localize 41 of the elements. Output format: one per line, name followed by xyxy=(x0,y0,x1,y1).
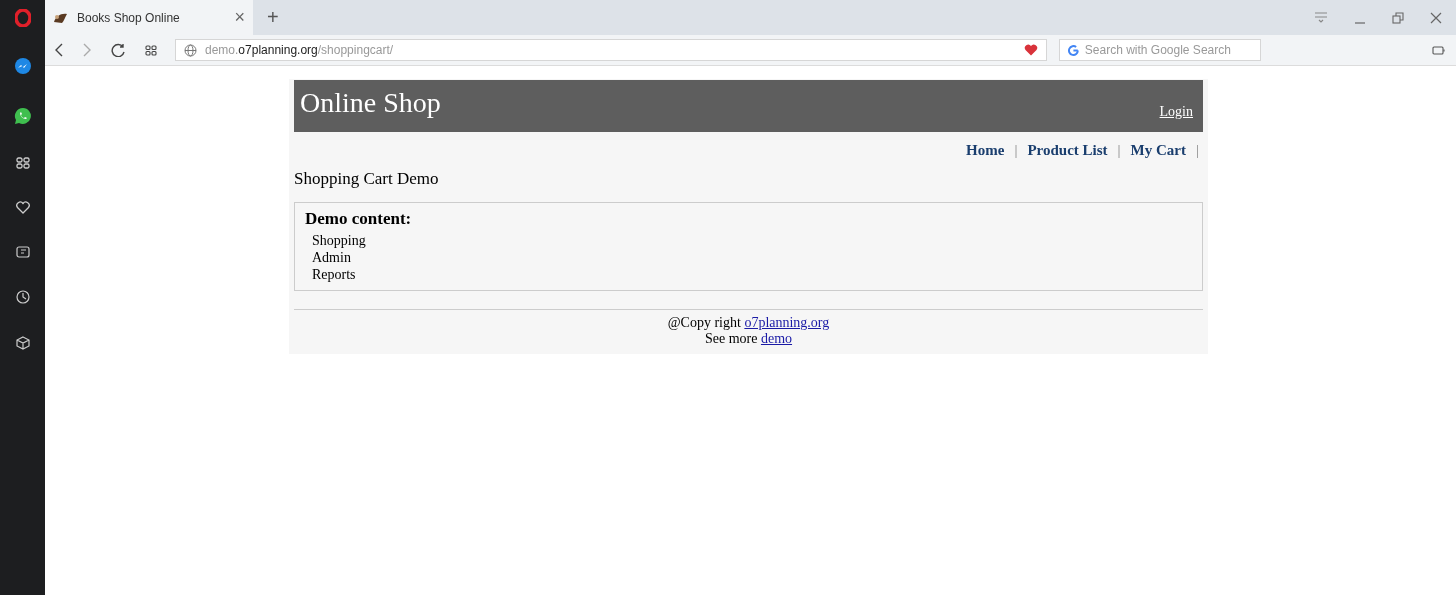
close-icon[interactable] xyxy=(1430,11,1442,24)
demo-item: Shopping xyxy=(312,232,366,249)
login-link[interactable]: Login xyxy=(1159,104,1193,120)
menu-link[interactable]: My Cart xyxy=(1130,142,1186,159)
globe-icon xyxy=(184,43,197,57)
browser-tab[interactable]: Books Shop Online × xyxy=(45,0,253,35)
see-more-text: See more demo xyxy=(704,331,793,347)
site-title: Online Shop xyxy=(300,87,441,119)
reload-icon[interactable] xyxy=(111,43,125,57)
menu-link[interactable]: Product List xyxy=(1027,142,1108,159)
cube-icon[interactable] xyxy=(15,336,30,350)
demo-link[interactable]: demo xyxy=(760,331,793,346)
site-link[interactable]: o7planning.org xyxy=(744,315,830,330)
demo-item: Reports xyxy=(312,266,356,283)
menu-separator: | xyxy=(1196,142,1199,159)
tab-title: Books Shop Online xyxy=(77,10,181,25)
tab-close-button[interactable]: × xyxy=(234,7,245,28)
heart-icon[interactable] xyxy=(1024,44,1038,56)
browser-logo-icon[interactable] xyxy=(14,8,31,27)
whatsapp-icon[interactable] xyxy=(13,107,32,125)
clock-icon[interactable] xyxy=(15,290,30,304)
messenger-icon[interactable] xyxy=(13,57,32,75)
google-icon xyxy=(1068,44,1079,56)
news-icon[interactable] xyxy=(15,246,30,258)
grid-icon[interactable] xyxy=(15,157,30,169)
demo-heading: Demo content: xyxy=(305,209,413,229)
grid-icon[interactable] xyxy=(145,44,157,56)
menu-separator: | xyxy=(1117,142,1121,159)
page-title: Shopping Cart Demo xyxy=(294,169,440,189)
battery-icon[interactable] xyxy=(1432,45,1446,55)
demo-item: Admin xyxy=(312,249,351,266)
address-field[interactable]: demo.o7planning.org/shoppingcart/ xyxy=(175,39,1047,61)
copyright-text: @Copy right o7planning.org xyxy=(667,315,830,331)
menu-separator: | xyxy=(1014,142,1018,159)
menu-link[interactable]: Home xyxy=(966,142,1005,159)
back-icon[interactable] xyxy=(55,43,63,57)
new-tab-button[interactable]: + xyxy=(261,5,285,30)
search-field[interactable]: Search with Google Search xyxy=(1059,39,1261,61)
favicon-icon xyxy=(53,11,69,24)
heart-icon[interactable] xyxy=(15,201,30,214)
restore-icon[interactable] xyxy=(1392,11,1404,24)
